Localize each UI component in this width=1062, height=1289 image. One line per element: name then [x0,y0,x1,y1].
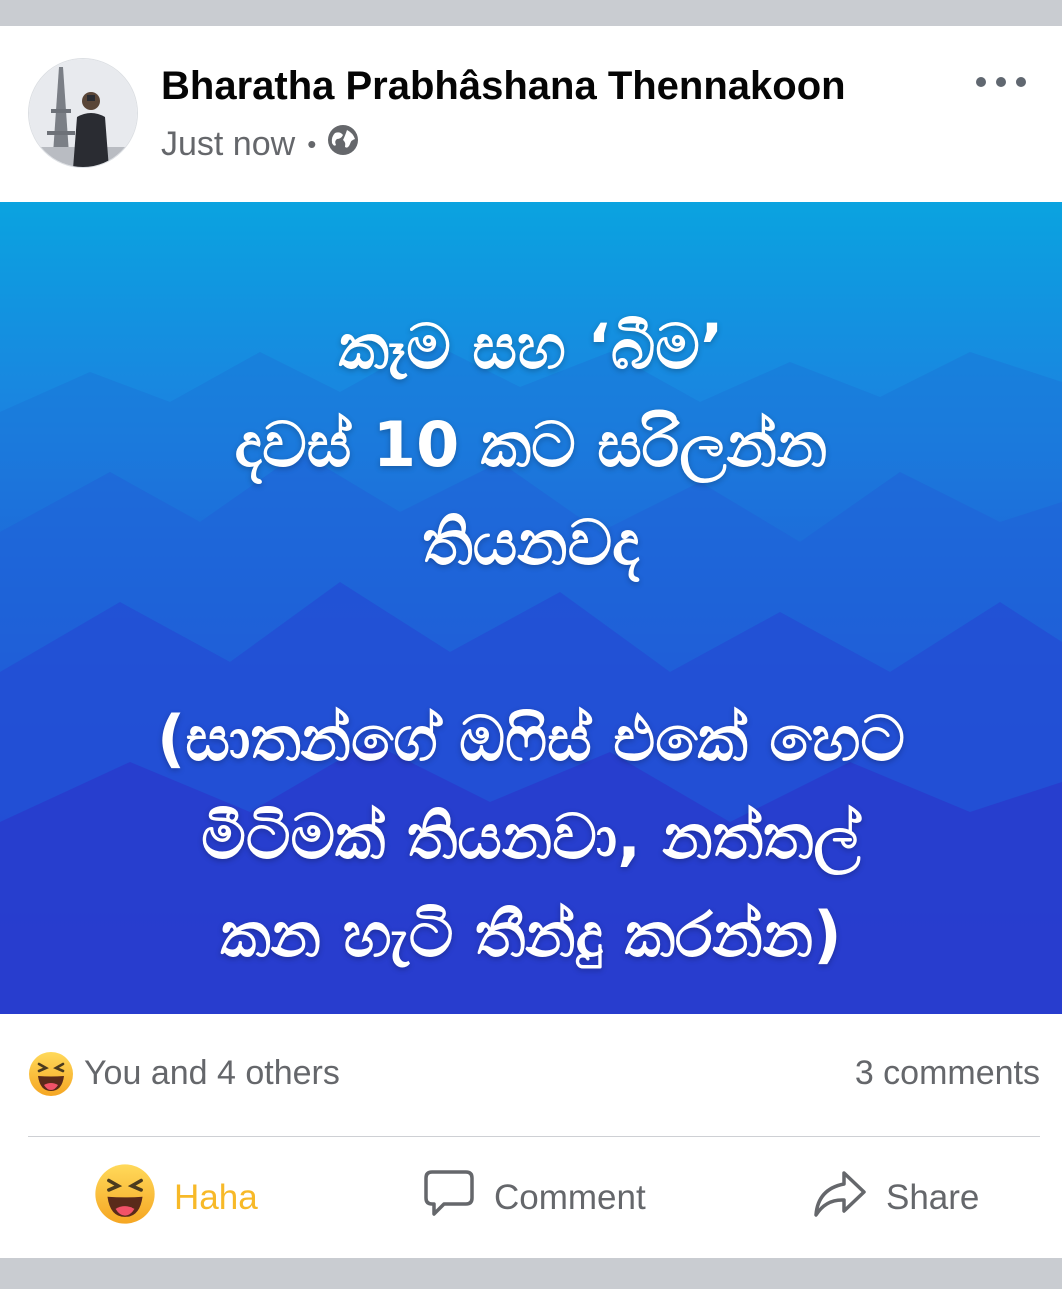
post-meta: Just now • [161,124,360,164]
haha-label: Haha [174,1178,258,1217]
share-label: Share [886,1178,980,1217]
reaction-stats: You and 4 others 3 comments [28,1048,1040,1104]
haha-button[interactable]: Haha [94,1162,258,1234]
post-card: Bharatha Prabhâshana Thennakoon Just now… [0,26,1062,1258]
comment-icon [422,1168,476,1229]
meta-separator: • [307,128,317,159]
avatar[interactable] [28,58,138,168]
author-name[interactable]: Bharatha Prabhâshana Thennakoon [161,64,846,109]
haha-emoji-icon [94,1163,156,1234]
more-options-icon[interactable] [976,68,1026,96]
comments-count[interactable]: 3 comments [855,1054,1040,1093]
divider [28,1136,1040,1137]
banner-text: කෑම සහ ‘බීම’ දවස් 10 කට සරිලන්න තියනවද (… [157,310,905,971]
share-icon [812,1167,868,1230]
reactors-text[interactable]: You and 4 others [84,1054,340,1093]
globe-icon [326,123,360,166]
comment-button[interactable]: Comment [422,1162,646,1234]
comment-label: Comment [494,1178,646,1217]
share-button[interactable]: Share [812,1162,979,1234]
post-banner[interactable]: කෑම සහ ‘බීම’ දවස් 10 කට සරිලන්න තියනවද (… [0,202,1062,1014]
post-time[interactable]: Just now [161,125,295,164]
haha-emoji-icon[interactable] [28,1051,74,1097]
